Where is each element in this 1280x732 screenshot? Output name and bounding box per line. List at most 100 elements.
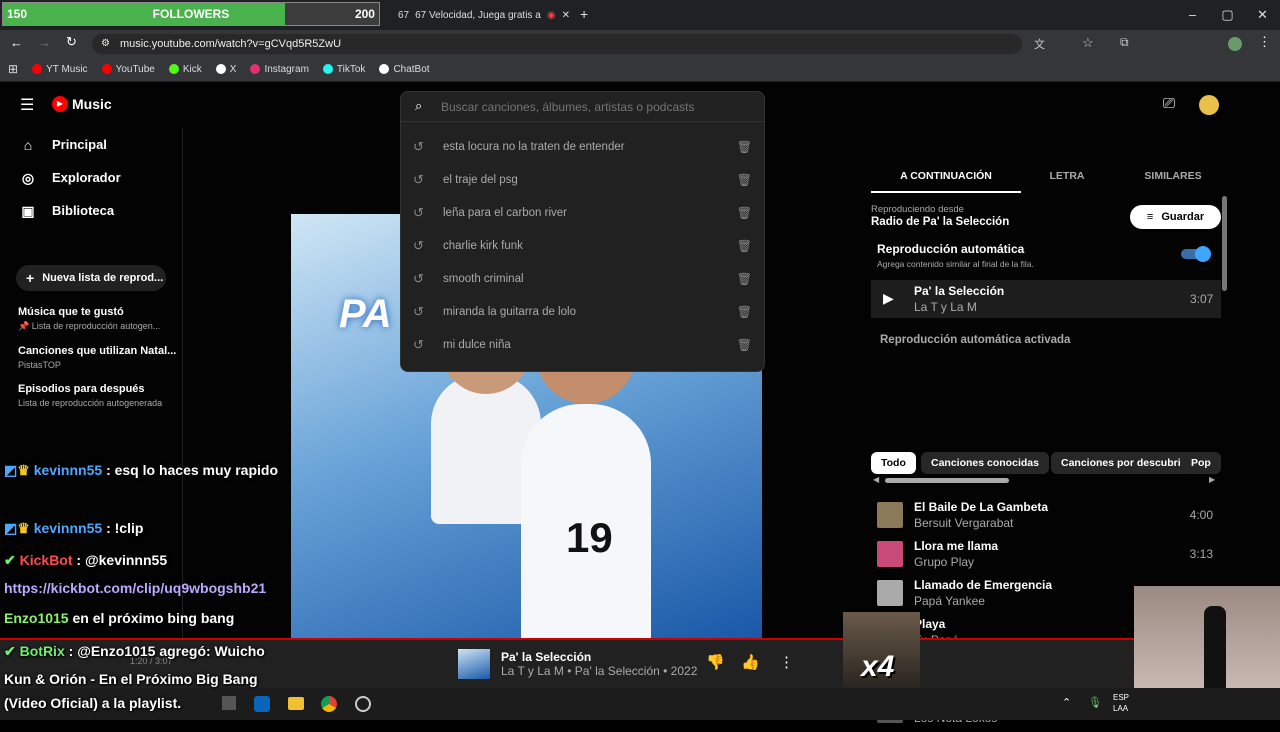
url-field[interactable]: ⚙ music.youtube.com/watch?v=gCVqd5R5ZwU [92,34,1022,54]
chat-username[interactable]: kevinnn55 [34,520,102,536]
maximize-icon[interactable]: ▢ [1210,0,1245,30]
search-suggestion[interactable]: ↺ charlie kirk funk 🗑 [401,229,764,262]
search-suggestion[interactable]: ↺ el traje del psg 🗑 [401,163,764,196]
chat-username[interactable]: Enzo1015 [4,610,69,626]
followers-goal-bar: 150 FOLLOWERS 200 [2,2,380,26]
bookmark-item[interactable]: TikTok [322,64,365,75]
sidebar-item-explorador[interactable]: ◎ Explorador [0,161,182,194]
translate-icon[interactable]: 文 [1034,36,1045,52]
chat-text: : @kevinnn55 [76,552,168,568]
bookmark-item[interactable]: Kick [168,64,202,75]
minimize-icon[interactable]: – [1175,0,1210,30]
sidebar-item-biblioteca[interactable]: ▣ Biblioteca [0,194,182,227]
play-icon[interactable]: ▶ [883,290,894,307]
playing-from-source[interactable]: Radio de Pa' la Selección [871,216,1009,228]
delete-icon[interactable]: 🗑 [737,272,752,286]
sidebar-playlist[interactable]: Canciones que utilizan Natal... PistasTOP [18,345,176,370]
close-tab-icon[interactable]: ✕ [562,10,570,21]
tray-chevron-icon[interactable]: ⌃ [1062,696,1071,709]
chat-username[interactable]: kevinnn55 [34,462,102,478]
delete-icon[interactable]: 🗑 [737,173,752,187]
cast-icon[interactable]: ⎚ [1163,95,1175,112]
outlook-icon[interactable] [254,696,270,712]
current-track-artist: La T y La M [914,300,977,314]
bookmark-item[interactable]: X [215,64,236,75]
delete-icon[interactable]: 🗑 [737,338,752,352]
chat-message: ◩♛ kevinnn55 : !clip [4,520,143,537]
like-icon[interactable]: 👍 [741,653,760,671]
obs-icon[interactable] [355,696,371,712]
tab-related[interactable]: SIMILARES [1113,166,1233,196]
delete-icon[interactable]: 🗑 [737,239,752,253]
queue-artist: Grupo Play [914,555,975,569]
bookmark-icon [32,64,43,74]
queue-item[interactable]: El Baile De La Gambeta Bersuit Vergarabat… [871,498,1221,537]
chat-message: (Video Oficial) a la playlist. [4,695,181,711]
bookmark-item[interactable]: Instagram [250,64,309,75]
lang-primary[interactable]: ESP [1113,693,1129,702]
bookmark-item[interactable]: YouTube [101,64,155,75]
bookmark-item[interactable]: ChatBot [379,64,430,75]
back-icon[interactable]: ← [10,35,23,50]
bookmark-star-icon[interactable]: ☆ [1082,35,1094,51]
new-tab-icon[interactable]: + [580,6,588,22]
bookmark-icon [379,64,390,74]
chat-message: Enzo1015 en el próximo bing bang [4,610,234,626]
filter-chip[interactable]: Canciones por descubrir [1051,452,1195,474]
search-suggestion[interactable]: ↺ esta locura no la traten de entender 🗑 [401,130,764,163]
chat-username[interactable]: BotRix [20,643,65,659]
search-input[interactable] [401,92,764,122]
autoplay-toggle[interactable] [1181,246,1211,262]
menu-icon[interactable]: ⋮ [1258,34,1271,50]
scroll-right-icon[interactable]: ▶ [1209,475,1215,484]
search-suggestion[interactable]: ↺ smooth criminal 🗑 [401,262,764,295]
taskbar-app-icon[interactable] [222,696,236,710]
search-suggestion[interactable]: ↺ leña para el carbon river 🗑 [401,196,764,229]
forward-icon[interactable]: → [38,35,51,50]
filter-chip[interactable]: Canciones conocidas [921,452,1049,474]
search-suggestion[interactable]: ↺ miranda la guitarra de lolo 🗑 [401,295,764,328]
player-track-title[interactable]: Pa' la Selección [501,650,591,664]
filter-chip[interactable]: Pop [1181,452,1221,474]
chips-scrollbar[interactable] [885,478,1009,483]
crown-icon: ♛ [17,520,30,536]
dislike-icon[interactable]: 👎 [706,653,725,671]
new-playlist-button[interactable]: + Nueva lista de reprod... [16,265,166,291]
apps-icon[interactable]: ⊞ [8,62,18,76]
mic-icon[interactable]: 🎙 [1088,696,1102,709]
queue-item[interactable]: Llora me llama Grupo Play 3:13 [871,537,1221,576]
window-close-icon[interactable]: ✕ [1245,0,1280,30]
chat-username[interactable]: KickBot [20,552,73,568]
sidebar-item-principal[interactable]: ⌂ Principal [0,128,182,161]
file-explorer-icon[interactable] [288,697,304,710]
profile-avatar[interactable] [1228,37,1242,51]
extensions-icon[interactable]: ⧉ [1120,35,1129,50]
bookmark-icon [250,64,261,74]
player-track-subtitle[interactable]: La T y La M • Pa' la Selección • 2022 [501,664,697,678]
site-info-icon[interactable]: ⚙ [101,34,110,54]
panel-scrollbar[interactable] [1222,196,1227,291]
delete-icon[interactable]: 🗑 [737,206,752,220]
delete-icon[interactable]: 🗑 [737,140,752,154]
tab-lyrics[interactable]: LETRA [1007,166,1127,196]
browser-tab[interactable]: 67 67 Velocidad, Juega gratis a ◉ ✕ [390,4,570,26]
lang-secondary[interactable]: LAA [1113,704,1128,713]
player-thumbnail[interactable] [458,649,490,679]
scroll-left-icon[interactable]: ◀ [873,475,879,484]
sidebar-playlist[interactable]: Música que te gustó 📌 Lista de reproducci… [18,306,160,332]
address-bar-row: ← → ↻ ⚙ music.youtube.com/watch?v=gCVqd5… [0,30,1280,57]
chrome-icon[interactable] [321,696,337,712]
chat-link[interactable]: https://kickbot.com/clip/uq9wbogshb21 [4,580,266,596]
filter-chip[interactable]: Todo [871,452,916,474]
search-suggestion[interactable]: ↺ mi dulce niña 🗑 [401,328,764,361]
user-avatar[interactable] [1199,95,1219,115]
more-options-icon[interactable]: ⋮ [779,653,794,671]
ytmusic-logo[interactable]: ▶ Music [52,96,112,112]
delete-icon[interactable]: 🗑 [737,305,752,319]
save-button[interactable]: ≡ Guardar [1130,205,1221,229]
sidebar-playlist[interactable]: Episodios para después Lista de reproducc… [18,383,162,408]
record-icon: ◉ [546,9,556,21]
bookmark-item[interactable]: YT Music [32,64,88,75]
reload-icon[interactable]: ↻ [66,34,77,50]
hamburger-menu-icon[interactable]: ☰ [20,95,34,115]
